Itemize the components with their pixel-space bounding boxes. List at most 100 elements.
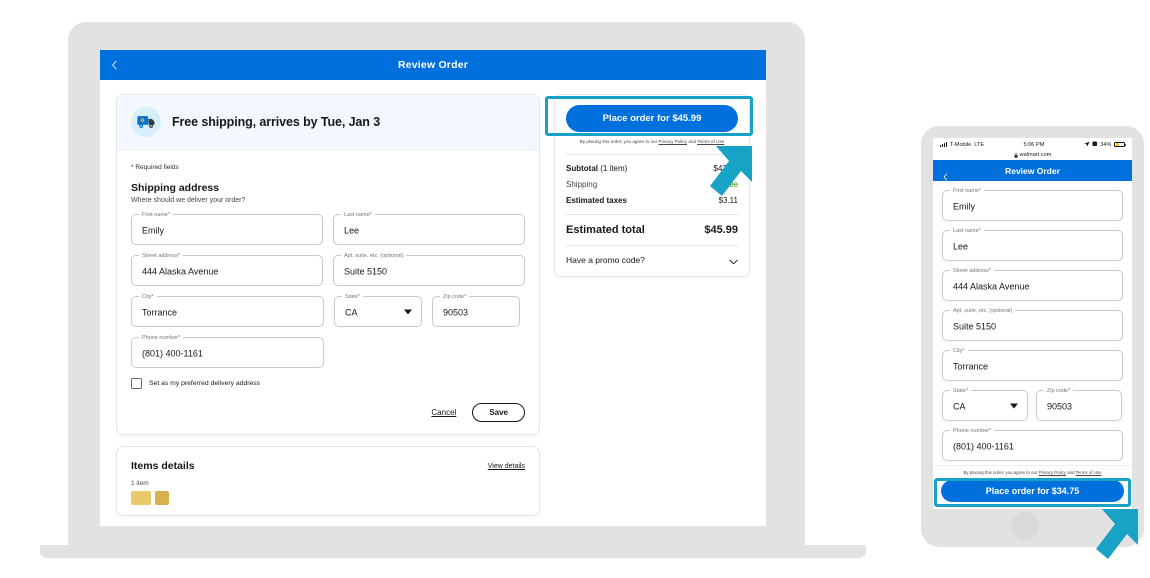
- phone-number-label: Phone number*: [139, 334, 184, 342]
- shipping-address-heading: Shipping address: [131, 182, 220, 194]
- chevron-down-icon[interactable]: [729, 257, 738, 265]
- chevron-left-icon[interactable]: [942, 167, 949, 180]
- phone-city-label: City*: [950, 347, 968, 355]
- desktop-page-body: Free shipping, arrives by Tue, Jan 3 * R…: [100, 80, 766, 526]
- cancel-button[interactable]: Cancel: [431, 408, 456, 417]
- subtotal-count: (1 item): [598, 164, 628, 173]
- phone-state-zip-row: State* CA Zip code* 90503: [942, 387, 1123, 430]
- phone-terms-of-use-link[interactable]: Terms of Use: [1076, 470, 1102, 475]
- url-text: walmart.com: [1019, 152, 1052, 158]
- status-bar-left: T-Mobile LTE: [940, 142, 984, 148]
- phone-row: Phone number* (801) 400-1161: [131, 334, 525, 368]
- free-shipping-text: Free shipping, arrives by Tue, Jan 3: [172, 115, 381, 129]
- terms-disclaimer: By placing this order, you agree to our …: [566, 138, 738, 145]
- divider: [566, 154, 738, 155]
- battery-percent: 34%: [1100, 141, 1112, 148]
- signal-bars-icon: [940, 142, 947, 147]
- last-name-label: Last name*: [341, 211, 375, 219]
- shipping-label: Shipping: [566, 180, 598, 189]
- city-state-zip-row: City* Torrance State* CA Zip code* 90503: [131, 293, 525, 327]
- privacy-policy-link[interactable]: Privacy Policy: [658, 139, 687, 144]
- phone-state-value: CA: [953, 401, 966, 411]
- first-name-field[interactable]: First name* Emily: [131, 211, 323, 245]
- phone-privacy-policy-link[interactable]: Privacy Policy: [1039, 470, 1066, 475]
- phone-apt-suite-value: Suite 5150: [953, 321, 997, 331]
- zip-code-field[interactable]: Zip code* 90503: [432, 293, 520, 327]
- carrier-name: T-Mobile: [949, 141, 972, 148]
- status-bar-time: 5:06 PM: [1023, 141, 1045, 148]
- phone-app-header: Review Order: [933, 160, 1132, 181]
- phone-state-label: State*: [950, 387, 971, 395]
- chevron-down-icon[interactable]: [1010, 403, 1018, 408]
- phone-city-field[interactable]: City* Torrance: [942, 347, 1123, 381]
- divider: [566, 245, 738, 246]
- phone-first-name-field[interactable]: First name* Emily: [942, 187, 1123, 221]
- screenshot-stage: Review Order Free shipping, arrives by T…: [0, 0, 1150, 578]
- phone-phone-number-value: (801) 400-1161: [953, 441, 1014, 451]
- promo-code-row[interactable]: Have a promo code?: [566, 255, 738, 265]
- desktop-left-column: Free shipping, arrives by Tue, Jan 3 * R…: [116, 94, 540, 526]
- phone-shipping-form: First name* Emily Last name* Lee Street …: [933, 181, 1132, 461]
- shipping-form: * Required fields Shipping address Where…: [117, 150, 539, 434]
- phone-apt-suite-field[interactable]: Apt, suite, etc. (optional) Suite 5150: [942, 307, 1123, 341]
- laptop-base: [40, 545, 866, 558]
- first-name-value: Emily: [142, 225, 164, 235]
- order-summary-card: Place order for $45.99 By placing this o…: [554, 94, 750, 277]
- status-bar-right: 34%: [1084, 140, 1126, 149]
- phone-state-select[interactable]: State* CA: [942, 387, 1028, 421]
- phone-url-bar[interactable]: walmart.com: [933, 150, 1132, 160]
- terms-of-use-link[interactable]: Terms of Use: [697, 139, 724, 144]
- phone-street-address-field[interactable]: Street address* 444 Alaska Avenue: [942, 267, 1123, 301]
- apt-suite-field[interactable]: Apt, suite, etc. (optional) Suite 5150: [333, 252, 525, 286]
- items-details-card: Items details View details 1 item: [116, 446, 540, 516]
- checkbox-icon[interactable]: [131, 378, 142, 389]
- items-details-header: Items details View details: [131, 460, 525, 472]
- phone-zip-code-value: 90503: [1047, 401, 1073, 411]
- items-details-title: Items details: [131, 460, 195, 472]
- item-thumbnail-strip: [131, 491, 525, 505]
- last-name-field[interactable]: Last name* Lee: [333, 211, 525, 245]
- view-details-link[interactable]: View details: [488, 463, 525, 470]
- estimated-total-label: Estimated total: [566, 224, 645, 236]
- chevron-down-icon[interactable]: [404, 309, 412, 314]
- state-label: State*: [342, 293, 363, 301]
- zip-code-value: 90503: [443, 307, 469, 317]
- state-select[interactable]: State* CA: [334, 293, 422, 327]
- phone-number-field[interactable]: Phone number* (801) 400-1161: [131, 334, 324, 368]
- lock-icon: [1014, 152, 1018, 158]
- phone-street-address-label: Street address*: [950, 267, 994, 275]
- desktop-right-column: Place order for $45.99 By placing this o…: [554, 94, 750, 526]
- phone-apt-suite-label: Apt, suite, etc. (optional): [950, 307, 1016, 315]
- phone-number-value: (801) 400-1161: [142, 348, 203, 358]
- place-order-button[interactable]: Place order for $45.99: [566, 105, 738, 132]
- item-thumbnail: [131, 491, 151, 505]
- phone-zip-code-field[interactable]: Zip code* 90503: [1036, 387, 1122, 421]
- location-arrow-icon: [1084, 140, 1090, 149]
- phone-phone-number-field[interactable]: Phone number* (801) 400-1161: [942, 427, 1123, 461]
- zip-code-label: Zip code*: [440, 293, 470, 301]
- city-field[interactable]: City* Torrance: [131, 293, 324, 327]
- street-address-field[interactable]: Street address* 444 Alaska Avenue: [131, 252, 323, 286]
- form-actions: Cancel Save: [131, 403, 525, 422]
- save-button[interactable]: Save: [472, 403, 525, 422]
- terms-mid: and: [687, 139, 698, 144]
- promo-code-label: Have a promo code?: [566, 255, 645, 265]
- state-value: CA: [345, 307, 358, 317]
- phone-street-address-value: 444 Alaska Avenue: [953, 281, 1030, 291]
- phone-phone-number-label: Phone number*: [950, 427, 995, 435]
- phone-last-name-value: Lee: [953, 241, 969, 251]
- free-shipping-banner: Free shipping, arrives by Tue, Jan 3: [117, 95, 539, 150]
- phone-screen: T-Mobile LTE 5:06 PM 34% walmart.com Rev…: [933, 138, 1132, 509]
- phone-last-name-field[interactable]: Last name* Lee: [942, 227, 1123, 261]
- phone-page-title: Review Order: [1005, 165, 1060, 176]
- city-label: City*: [139, 293, 157, 301]
- phone-place-order-button[interactable]: Place order for $34.75: [941, 480, 1124, 502]
- item-thumbnail: [155, 491, 169, 505]
- phone-terms-mid: and: [1065, 470, 1076, 475]
- preferred-address-checkbox-row[interactable]: Set as my preferred delivery address: [131, 378, 525, 389]
- chevron-left-icon[interactable]: [110, 60, 119, 70]
- estimated-taxes-value: $3.11: [718, 196, 738, 205]
- subtotal-label: Subtotal: [566, 164, 598, 173]
- phone-home-button[interactable]: [1011, 512, 1039, 540]
- summary-row-shipping: Shipping Free: [566, 180, 738, 189]
